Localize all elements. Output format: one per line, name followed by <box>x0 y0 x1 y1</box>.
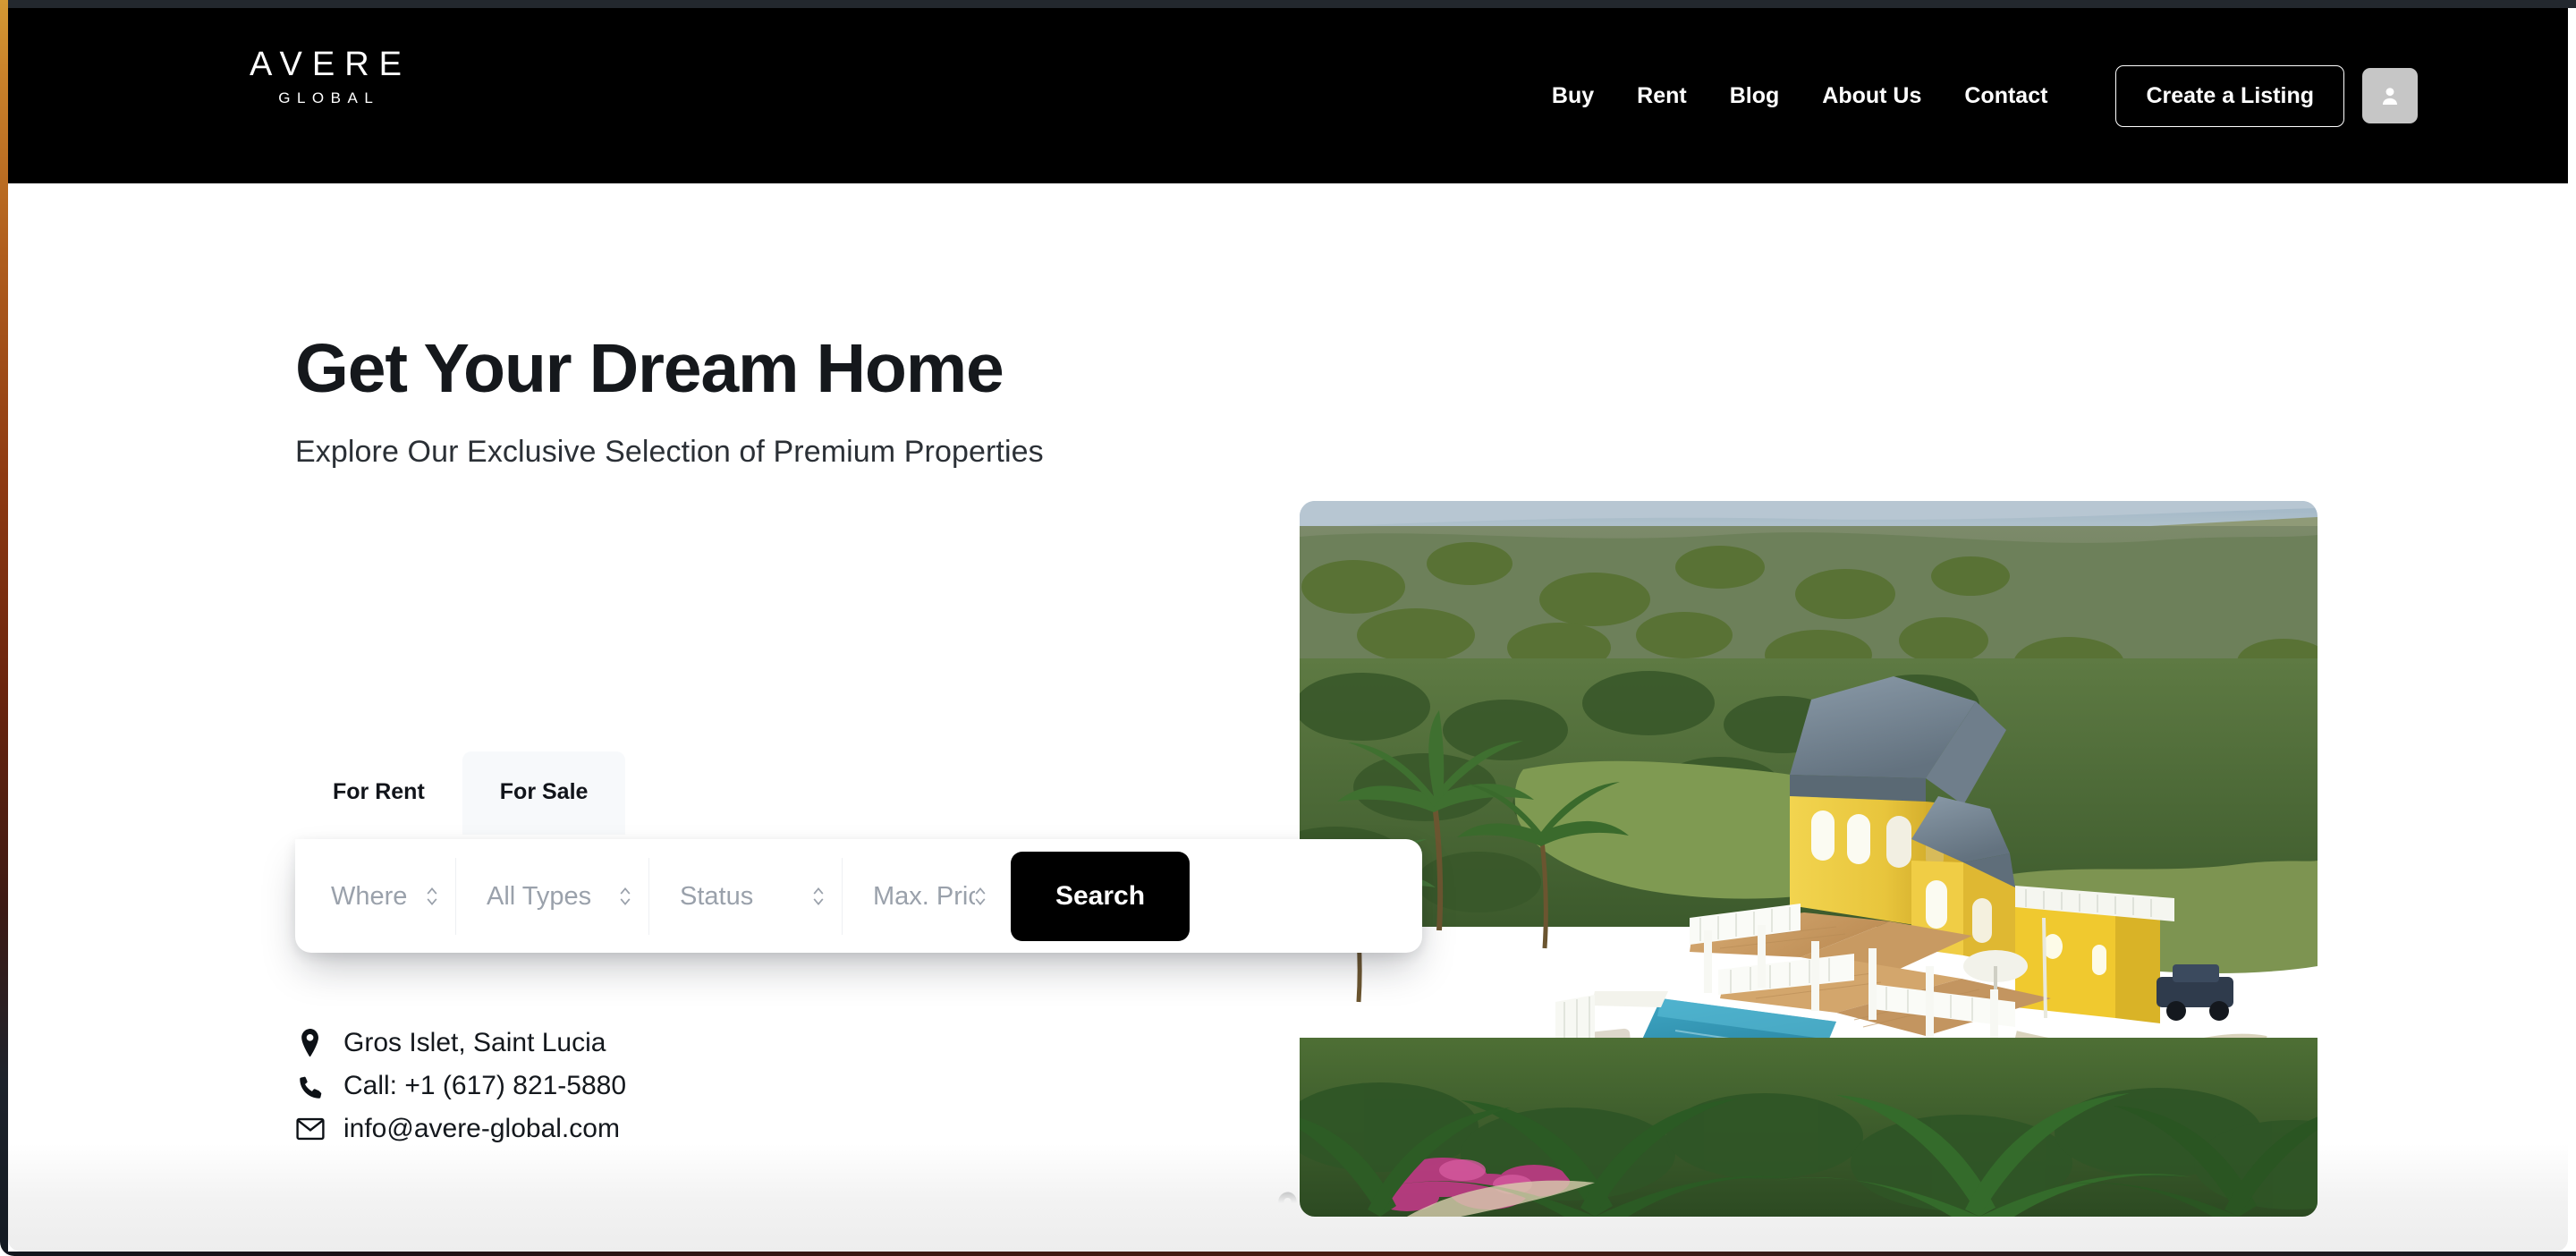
tab-for-sale[interactable]: For Sale <box>462 751 626 835</box>
hero-copy: Get Your Dream Home Explore Our Exclusiv… <box>295 330 1279 470</box>
phone-icon <box>295 1071 326 1101</box>
contact-location-text: Gros Islet, Saint Lucia <box>343 1028 606 1057</box>
site-header: AVERE GLOBAL Buy Rent Blog About Us Cont… <box>8 8 2568 183</box>
account-avatar-button[interactable] <box>2362 68 2418 123</box>
page-viewport: AVERE GLOBAL Buy Rent Blog About Us Cont… <box>8 8 2568 1252</box>
tab-for-rent[interactable]: For Rent <box>295 751 462 835</box>
divider-line-left <box>1083 1207 1253 1209</box>
max-price-select[interactable]: Max. Price <box>873 881 980 911</box>
contact-phone: Call: +1 (617) 821-5880 <box>295 1071 626 1101</box>
create-listing-button[interactable]: Create a Listing <box>2115 64 2344 127</box>
logo-tagline: GLOBAL <box>278 89 380 106</box>
contact-phone-text: Call: +1 (617) 821-5880 <box>343 1071 627 1100</box>
contact-email: info@avere-global.com <box>295 1114 626 1144</box>
nav-item-buy[interactable]: Buy <box>1530 74 1615 118</box>
user-icon <box>2378 84 2402 107</box>
hero-section: Get Your Dream Home Explore Our Exclusiv… <box>8 183 2568 1252</box>
status-select[interactable]: Status <box>680 881 818 911</box>
search-tabs: For Rent For Sale <box>295 751 626 835</box>
header-actions: Buy Rent Blog About Us Contact Create a … <box>1530 8 2568 183</box>
search-field-type[interactable]: All Types <box>456 857 649 935</box>
nav-item-blog[interactable]: Blog <box>1708 74 1801 118</box>
window-top-bar <box>0 0 2576 8</box>
property-search-card: Where All Types Status Max. Price Search <box>295 839 1422 953</box>
map-pin-icon <box>1273 1189 1303 1226</box>
search-field-location[interactable]: Where <box>295 857 456 935</box>
location-select[interactable]: Where <box>331 881 432 911</box>
contact-location: Gros Islet, Saint Lucia <box>295 1028 626 1058</box>
property-type-select[interactable]: All Types <box>487 881 625 911</box>
search-field-status[interactable]: Status <box>649 857 843 935</box>
hero-property-image <box>1300 501 2318 1217</box>
nav-item-rent[interactable]: Rent <box>1615 74 1708 118</box>
contact-email-text: info@avere-global.com <box>343 1114 620 1143</box>
hero-subtitle: Explore Our Exclusive Selection of Premi… <box>295 434 1044 469</box>
search-button[interactable]: Search <box>1011 851 1190 941</box>
window-left-accent <box>0 0 8 1256</box>
window-bottom-accent <box>0 1252 2576 1256</box>
search-field-max-price[interactable]: Max. Price <box>843 858 1004 935</box>
site-logo[interactable]: AVERE GLOBAL <box>240 47 411 106</box>
logo-wordmark: AVERE <box>250 46 412 83</box>
nav-item-about-us[interactable]: About Us <box>1801 74 1943 118</box>
contact-info-list: Gros Islet, Saint Lucia Call: +1 (617) 8… <box>295 1028 626 1144</box>
main-navigation: Buy Rent Blog About Us Contact <box>1530 74 2070 118</box>
map-pin-icon <box>295 1028 326 1058</box>
hero-title: Get Your Dream Home <box>295 330 1004 407</box>
browser-window: AVERE GLOBAL Buy Rent Blog About Us Cont… <box>0 0 2576 1256</box>
nav-item-contact[interactable]: Contact <box>1943 74 2069 118</box>
envelope-icon <box>295 1114 326 1144</box>
